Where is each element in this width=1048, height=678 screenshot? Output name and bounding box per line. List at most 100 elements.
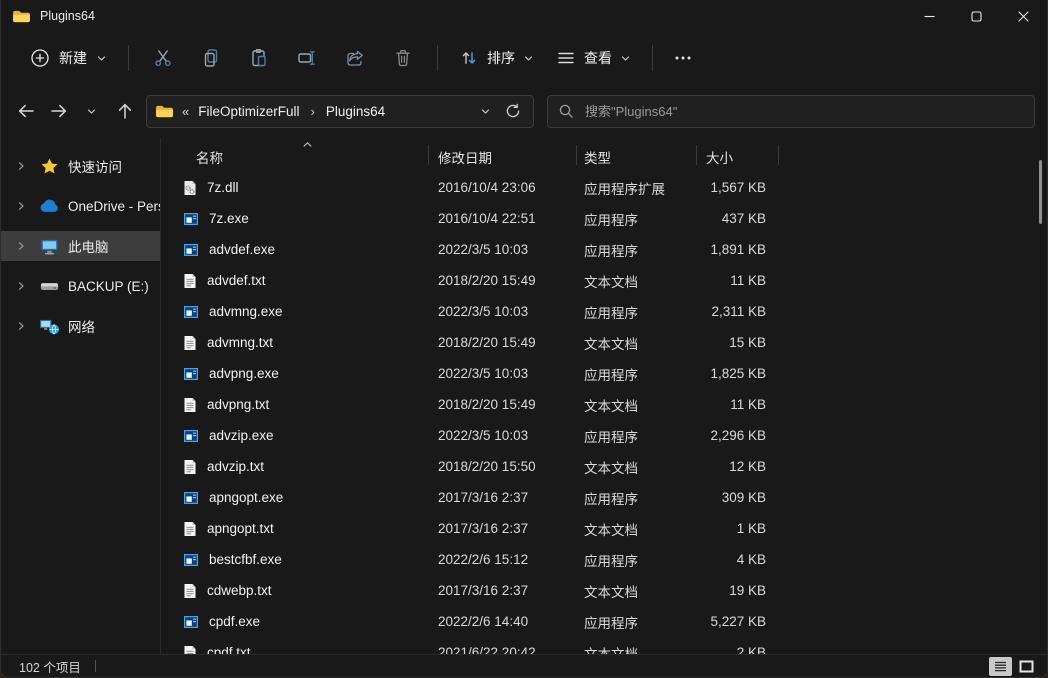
breadcrumb-item[interactable]: Plugins64 (321, 101, 390, 122)
sidebar-item[interactable]: 此电脑 (1, 231, 160, 261)
file-type: 应用程序 (584, 209, 696, 229)
minimize-button[interactable] (906, 0, 953, 32)
file-size: 309 KB (696, 490, 791, 505)
paste-icon (248, 47, 270, 69)
file-date-modified: 2018/2/20 15:49 (438, 397, 584, 412)
vertical-scrollbar[interactable] (1039, 160, 1042, 224)
file-name: advdef.txt (207, 273, 266, 288)
sidebar-item[interactable]: 网络 (1, 311, 160, 341)
sidebar-item[interactable]: BACKUP (E:) (1, 271, 160, 301)
recent-locations-button[interactable] (75, 95, 108, 128)
file-row[interactable]: cpdf.exe2022/2/6 14:40应用程序5,227 KB (161, 606, 1047, 637)
column-header[interactable]: 类型 (584, 147, 611, 167)
this-pc-icon (38, 238, 60, 255)
file-row[interactable]: advzip.txt2018/2/20 15:50文本文档12 KB (161, 451, 1047, 482)
address-dropdown-icon[interactable] (480, 106, 491, 117)
column-divider[interactable] (696, 145, 697, 165)
file-type: 文本文档 (584, 395, 696, 415)
delete-button[interactable] (379, 39, 427, 77)
file-name: advmng.txt (207, 335, 273, 350)
see-more-button[interactable] (663, 39, 703, 77)
sidebar-item[interactable]: 快速访问 (1, 151, 160, 181)
maximize-button[interactable] (953, 0, 1000, 32)
rename-button[interactable] (283, 39, 331, 77)
refresh-icon[interactable] (505, 103, 521, 119)
sort-icon (459, 48, 479, 68)
column-header[interactable]: 大小 (706, 147, 733, 167)
address-bar[interactable]: « FileOptimizerFull›Plugins64 (146, 95, 534, 128)
view-toggles (989, 657, 1038, 676)
recent-locations-icon (86, 106, 97, 117)
file-row[interactable]: cpdf.txt2021/6/22 20:42文本文档2 KB (161, 637, 1047, 654)
file-row[interactable]: apngopt.txt2017/3/16 2:37文本文档1 KB (161, 513, 1047, 544)
close-icon (1018, 11, 1029, 22)
file-row[interactable]: apngopt.exe2017/3/16 2:37应用程序309 KB (161, 482, 1047, 513)
column-divider[interactable] (428, 145, 429, 165)
copy-button[interactable] (187, 39, 235, 77)
search-box[interactable] (547, 95, 1035, 128)
txt-file-icon (183, 645, 197, 655)
file-row[interactable]: advdef.txt2018/2/20 15:49文本文档11 KB (161, 265, 1047, 296)
exe-file-icon (183, 304, 199, 320)
file-type: 应用程序 (584, 550, 696, 570)
column-divider[interactable] (778, 145, 779, 165)
file-type: 应用程序 (584, 240, 696, 260)
file-row[interactable]: 7z.exe2016/10/4 22:51应用程序437 KB (161, 203, 1047, 234)
sidebar-item[interactable]: OneDrive - Personal (1, 191, 160, 221)
cut-button[interactable] (139, 39, 187, 77)
sort-button-label: 排序 (487, 48, 515, 68)
toolbar-divider (652, 45, 653, 71)
expand-chevron-icon[interactable] (13, 321, 29, 331)
breadcrumb-item[interactable]: FileOptimizerFull (193, 101, 304, 122)
expand-chevron-icon[interactable] (13, 241, 29, 251)
file-type: 文本文档 (584, 457, 696, 477)
breadcrumb-overflow[interactable]: « (182, 104, 189, 119)
expand-chevron-icon[interactable] (13, 161, 29, 171)
exe-file-icon (183, 211, 199, 227)
search-input[interactable] (583, 103, 1024, 120)
file-size: 5,227 KB (696, 614, 791, 629)
column-divider[interactable] (576, 145, 577, 165)
back-button[interactable] (9, 95, 42, 128)
file-row[interactable]: cdwebp.txt2017/3/16 2:37文本文档19 KB (161, 575, 1047, 606)
view-button[interactable]: 查看 (545, 41, 642, 75)
window-title: Plugins64 (40, 9, 95, 23)
expand-chevron-icon[interactable] (13, 281, 29, 291)
paste-button[interactable] (235, 39, 283, 77)
file-row[interactable]: advpng.exe2022/3/5 10:03应用程序1,825 KB (161, 358, 1047, 389)
sidebar-item-label: BACKUP (E:) (68, 279, 149, 294)
file-list: 7z.dll2016/10/4 23:06应用程序扩展1,567 KB7z.ex… (161, 172, 1047, 654)
file-date-modified: 2018/2/20 15:50 (438, 459, 584, 474)
large-icons-view-button[interactable] (1015, 657, 1038, 676)
file-size: 15 KB (696, 335, 791, 350)
up-button[interactable] (108, 95, 141, 128)
column-header[interactable]: 名称 (196, 147, 223, 167)
file-name: apngopt.exe (209, 490, 283, 505)
share-button[interactable] (331, 39, 379, 77)
expand-chevron-icon[interactable] (13, 201, 29, 211)
file-name: 7z.dll (207, 180, 239, 195)
txt-file-icon (183, 273, 197, 289)
file-type: 应用程序 (584, 364, 696, 384)
file-row[interactable]: advdef.exe2022/3/5 10:03应用程序1,891 KB (161, 234, 1047, 265)
chevron-down-icon (620, 53, 631, 64)
onedrive-cloud-icon (38, 199, 60, 213)
file-row[interactable]: advpng.txt2018/2/20 15:49文本文档11 KB (161, 389, 1047, 420)
file-row[interactable]: advmng.exe2022/3/5 10:03应用程序2,311 KB (161, 296, 1047, 327)
details-view-button[interactable] (989, 657, 1012, 676)
close-button[interactable] (1000, 0, 1047, 32)
exe-file-icon (183, 614, 199, 630)
file-row[interactable]: 7z.dll2016/10/4 23:06应用程序扩展1,567 KB (161, 172, 1047, 203)
toolbar-divider (437, 45, 438, 71)
file-row[interactable]: advzip.exe2022/3/5 10:03应用程序2,296 KB (161, 420, 1047, 451)
command-bar: 新建 排序 查看 (1, 32, 1047, 84)
exe-file-icon (183, 366, 199, 382)
sort-button[interactable]: 排序 (448, 41, 545, 75)
txt-file-icon (183, 583, 197, 599)
forward-button[interactable] (42, 95, 75, 128)
file-row[interactable]: advmng.txt2018/2/20 15:49文本文档15 KB (161, 327, 1047, 358)
file-row[interactable]: bestcfbf.exe2022/2/6 15:12应用程序4 KB (161, 544, 1047, 575)
column-header[interactable]: 修改日期 (438, 147, 492, 167)
new-button[interactable]: 新建 (19, 41, 118, 75)
chevron-down-icon (523, 53, 534, 64)
